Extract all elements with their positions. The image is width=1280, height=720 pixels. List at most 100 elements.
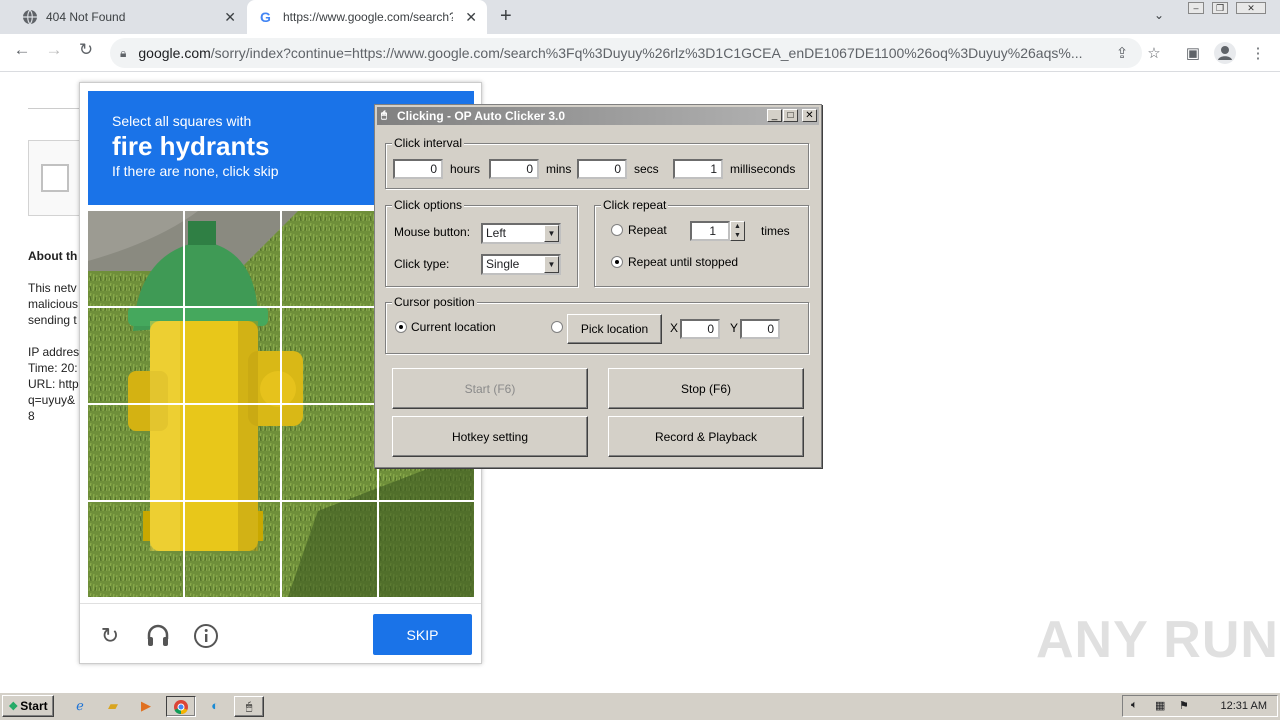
minimize-button[interactable]: _ — [767, 109, 782, 122]
click-type-select[interactable]: Single ▼ — [481, 254, 561, 275]
page-text-line: Time: 20: — [28, 361, 78, 375]
y-coordinate-input[interactable]: 0 — [740, 319, 780, 339]
mouse-icon: 🖱︎ — [245, 700, 253, 713]
selected-value: Single — [486, 257, 520, 271]
person-icon — [1218, 46, 1232, 60]
auto-clicker-taskbar-button[interactable]: 🖱︎ — [234, 696, 264, 717]
back-icon[interactable]: ← — [10, 40, 34, 60]
click-type-label: Click type: — [394, 257, 450, 271]
dropdown-arrow-icon: ▼ — [544, 225, 559, 242]
close-window-icon[interactable]: ✕ — [1236, 2, 1266, 14]
close-button[interactable]: ✕ — [802, 109, 817, 122]
bookmark-star-icon[interactable]: ☆ — [1144, 44, 1164, 62]
repeat-until-stopped-label: Repeat until stopped — [628, 255, 739, 269]
x-coordinate-input[interactable]: 0 — [680, 319, 720, 339]
windows-logo-icon: ❖ — [8, 700, 19, 713]
audio-challenge-icon[interactable] — [145, 623, 171, 649]
forward-icon[interactable]: → — [42, 40, 66, 60]
page-text-line: 8 — [28, 409, 35, 423]
group-title: Click repeat — [601, 198, 669, 212]
new-tab-icon[interactable]: + — [500, 5, 512, 28]
volume-icon[interactable]: 🔈︎ — [1131, 699, 1138, 712]
anyrun-watermark: ANY RUN — [1036, 611, 1279, 669]
share-icon[interactable]: ⇪ — [1112, 44, 1132, 62]
page-text-line: URL: http — [28, 377, 79, 391]
repeat-until-stopped-radio[interactable] — [611, 256, 623, 268]
url-host: google.com — [138, 45, 211, 61]
mouse-button-label: Mouse button: — [394, 225, 471, 239]
page-text-line: q=uyuy& — [28, 393, 76, 407]
hours-label: hours — [450, 162, 481, 176]
page-heading: About th — [28, 249, 78, 263]
mouse-icon: 🖱︎ — [381, 110, 387, 121]
recaptcha-checkbox[interactable] — [41, 164, 69, 192]
group-title: Cursor position — [392, 295, 477, 309]
url-path: /sorry/index?continue=https://www.google… — [210, 45, 1083, 61]
milliseconds-input[interactable]: 1 — [673, 159, 723, 179]
mouse-button-select[interactable]: Left ▼ — [481, 223, 561, 244]
chrome-taskbar-button[interactable] — [166, 696, 196, 717]
repeat-spinner[interactable]: ▲ ▼ — [730, 221, 745, 241]
close-icon[interactable]: ✕ — [465, 9, 477, 26]
tab-search-icon[interactable]: ⌄ — [1154, 8, 1164, 22]
reload-challenge-icon[interactable]: ↻ — [97, 623, 123, 649]
page-text-line: sending t — [28, 313, 77, 327]
maximize-button[interactable]: □ — [783, 109, 798, 122]
hours-input[interactable]: 0 — [393, 159, 443, 179]
media-player-icon[interactable]: ▶ — [134, 696, 158, 717]
mins-input[interactable]: 0 — [489, 159, 539, 179]
start-label: Start — [20, 699, 48, 713]
window-title: Clicking - OP Auto Clicker 3.0 — [397, 109, 566, 123]
profile-avatar[interactable] — [1214, 42, 1236, 64]
click-repeat-group: Click repeat — [594, 198, 809, 287]
repeat-label: Repeat — [628, 223, 667, 237]
pick-location-button[interactable]: Pick location — [567, 314, 662, 344]
current-location-label: Current location — [411, 320, 496, 334]
divider — [28, 108, 80, 109]
repeat-radio[interactable] — [611, 224, 623, 236]
stop-button[interactable]: Stop (F6) — [608, 368, 804, 409]
secs-input[interactable]: 0 — [577, 159, 627, 179]
internet-explorer-icon[interactable]: ℯ — [68, 696, 92, 717]
minimize-window-icon[interactable]: – — [1188, 2, 1204, 14]
record-playback-button[interactable]: Record & Playback — [608, 416, 804, 457]
current-location-radio[interactable] — [395, 321, 407, 333]
tab-google[interactable]: G https://www.google.com/search?q= ✕ — [247, 0, 487, 34]
dropdown-arrow-icon: ▼ — [544, 256, 559, 273]
repeat-count-input[interactable]: 1 — [690, 221, 730, 241]
google-icon: G — [260, 9, 271, 25]
group-title: Click options — [392, 198, 465, 212]
group-title: Click interval — [392, 136, 465, 150]
x-label: X — [670, 321, 679, 335]
action-center-flag-icon[interactable]: ⚑ — [1179, 699, 1189, 712]
close-icon[interactable]: ✕ — [224, 9, 236, 26]
tab-title: https://www.google.com/search?q= — [283, 10, 453, 24]
system-tray: 🔈︎ ▦ ⚑ 12:31 AM — [1122, 695, 1278, 717]
reload-icon[interactable]: ↻ — [74, 40, 98, 60]
auto-clicker-window: 🖱︎ Clicking - OP Auto Clicker 3.0 _ □ ✕ … — [374, 104, 822, 468]
globe-icon — [23, 9, 37, 25]
mins-label: mins — [546, 162, 572, 176]
clock[interactable]: 12:31 AM — [1221, 700, 1267, 712]
menu-kebab-icon[interactable]: ⋮ — [1248, 44, 1268, 62]
hotkey-setting-button[interactable]: Hotkey setting — [392, 416, 588, 457]
page-text-line: IP addres — [28, 345, 80, 359]
start-button[interactable]: Start (F6) — [392, 368, 588, 409]
tab-404[interactable]: 404 Not Found ✕ — [12, 0, 246, 34]
pick-location-radio[interactable] — [551, 321, 563, 333]
start-button[interactable]: ❖ Start — [2, 695, 54, 717]
network-icon[interactable]: ▦ — [1155, 699, 1165, 712]
tab-title: 404 Not Found — [46, 10, 126, 24]
edge-icon[interactable]: ◐ — [203, 696, 227, 717]
side-panel-icon[interactable]: ▣ — [1183, 44, 1203, 62]
file-explorer-icon[interactable]: ▰ — [101, 696, 125, 717]
svg-text:G: G — [260, 9, 271, 25]
window-title-bar[interactable]: 🖱︎ Clicking - OP Auto Clicker 3.0 — [377, 107, 819, 125]
info-icon[interactable] — [193, 623, 219, 649]
restore-window-icon[interactable]: ❐ — [1212, 2, 1228, 14]
times-label: times — [761, 224, 790, 238]
address-bar[interactable]: 🔒︎ google.com/sorry/index?continue=https… — [110, 38, 1142, 68]
skip-button[interactable]: SKIP — [373, 614, 472, 655]
grid-line — [88, 500, 474, 502]
url-text[interactable]: google.com/sorry/index?continue=https://… — [138, 45, 1098, 61]
